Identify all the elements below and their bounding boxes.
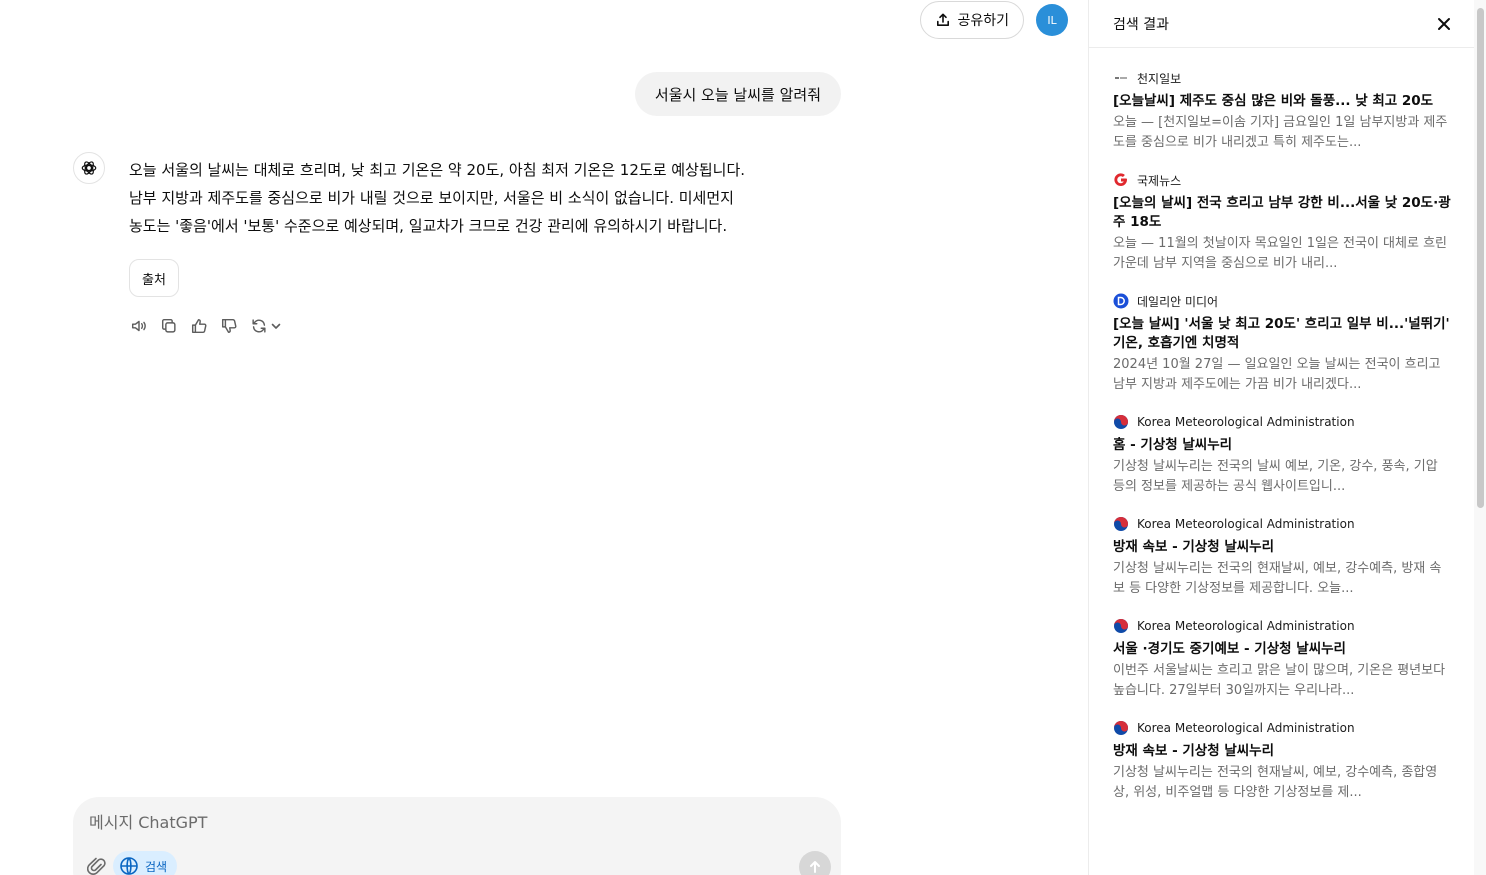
result-source: 천지일보: [1113, 68, 1451, 88]
result-source-name: Korea Meteorological Administration: [1137, 517, 1355, 531]
result-title[interactable]: 방재 속보 - 기상청 날씨누리: [1113, 538, 1451, 557]
search-toggle-button[interactable]: 검색: [113, 851, 178, 875]
g-logo-icon: [1113, 172, 1129, 188]
result-title[interactable]: [오늘의 날씨] 전국 흐리고 남부 강한 비...서울 낮 20도·광주 18…: [1113, 194, 1451, 232]
speaker-icon[interactable]: [130, 316, 148, 336]
assistant-line: 오늘 서울의 날씨는 대체로 흐리며, 낮 최고 기온은 약 20도, 아침 최…: [129, 161, 746, 179]
result-title[interactable]: 서울 ·경기도 중기예보 - 기상청 날씨누리: [1113, 640, 1451, 659]
result-title[interactable]: [오늘 날씨] '서울 낮 최고 20도' 흐리고 일부 비...'널뛰기' 기…: [1113, 315, 1451, 353]
result-source: 데일리안 미디어: [1113, 291, 1451, 311]
composer: 검색: [73, 797, 841, 875]
result-title[interactable]: [오늘날씨] 제주도 중심 많은 비와 돌풍... 낮 최고 20도: [1113, 92, 1451, 111]
result-snippet: 오늘 — [천지일보=이솜 기자] 금요일인 1일 남부지방과 제주도를 중심으…: [1113, 115, 1448, 150]
results-list: 천지일보 [오늘날씨] 제주도 중심 많은 비와 돌풍... 낮 최고 20도 …: [1113, 68, 1451, 820]
send-button[interactable]: [799, 851, 831, 875]
result-item[interactable]: Korea Meteorological Administration 서울 ·…: [1113, 616, 1451, 701]
message-input[interactable]: [89, 813, 789, 832]
top-bar: 공유하기 IL: [920, 1, 1068, 39]
assistant-message: 오늘 서울의 날씨는 대체로 흐리며, 낮 최고 기온은 약 20도, 아침 최…: [129, 156, 841, 240]
result-source: 국제뉴스: [1113, 170, 1451, 190]
result-item[interactable]: 천지일보 [오늘날씨] 제주도 중심 많은 비와 돌풍... 낮 최고 20도 …: [1113, 68, 1451, 153]
panel-title: 검색 결과: [1113, 16, 1169, 33]
result-source: Korea Meteorological Administration: [1113, 514, 1451, 534]
assistant-line: 농도는 '좋음'에서 '보통' 수준으로 예상되며, 일교차가 크므로 건강 관…: [129, 217, 728, 235]
share-label: 공유하기: [957, 12, 1009, 28]
upload-icon: [937, 13, 950, 26]
message-actions: [130, 316, 282, 336]
result-source-name: Korea Meteorological Administration: [1137, 619, 1355, 633]
scrollbar-thumb[interactable]: [1477, 8, 1484, 508]
paperclip-icon[interactable]: [86, 855, 107, 875]
result-snippet: 이번주 서울날씨는 흐리고 맑은 날이 많으며, 기온은 평년보다 높습니다. …: [1113, 663, 1446, 698]
result-snippet: 기상청 날씨누리는 전국의 현재날씨, 예보, 강수예측, 방재 속보 등 다양…: [1113, 561, 1442, 596]
globe-icon: [120, 857, 138, 875]
result-title[interactable]: 방재 속보 - 기상청 날씨누리: [1113, 742, 1451, 761]
result-item[interactable]: Korea Meteorological Administration 방재 속…: [1113, 514, 1451, 599]
result-item[interactable]: Korea Meteorological Administration 방재 속…: [1113, 718, 1451, 803]
result-source-name: 천지일보: [1137, 71, 1182, 86]
refresh-icon: [250, 316, 268, 336]
result-source-name: 국제뉴스: [1137, 173, 1182, 188]
user-message: 서울시 오늘 날씨를 알려줘: [634, 72, 841, 116]
result-snippet: 2024년 10월 27일 — 일요일인 오늘 날씨는 전국이 흐리고 남부 지…: [1113, 357, 1441, 392]
result-source: Korea Meteorological Administration: [1113, 412, 1451, 432]
result-source: Korea Meteorological Administration: [1113, 718, 1451, 738]
result-snippet: 기상청 날씨누리는 전국의 날씨 예보, 기온, 강수, 풍속, 기압 등의 정…: [1113, 459, 1438, 494]
thumbs-down-icon[interactable]: [220, 316, 238, 336]
chat-main: 공유하기 IL 서울시 오늘 날씨를 알려줘 오늘 서울의 날씨는 대체로 흐리…: [0, 0, 1088, 875]
search-results-panel: 검색 결과 천지일보 [오늘날씨] 제주도 중심 많은 비와 돌풍... 낮 최…: [1088, 0, 1474, 875]
result-source-name: 데일리안 미디어: [1137, 294, 1219, 309]
avatar[interactable]: IL: [1036, 4, 1068, 36]
share-button[interactable]: 공유하기: [920, 1, 1024, 39]
result-item[interactable]: 국제뉴스 [오늘의 날씨] 전국 흐리고 남부 강한 비...서울 낮 20도·…: [1113, 170, 1451, 274]
copy-icon[interactable]: [160, 316, 178, 336]
arrow-up-icon: [810, 861, 820, 873]
result-snippet: 기상청 날씨누리는 전국의 현재날씨, 예보, 강수예측, 종합영상, 위성, …: [1113, 765, 1438, 800]
result-source-name: Korea Meteorological Administration: [1137, 415, 1355, 429]
taegeuk-icon: [1113, 618, 1129, 634]
thumbs-up-icon[interactable]: [190, 316, 208, 336]
dash-favicon-icon: [1113, 70, 1129, 86]
result-item[interactable]: Korea Meteorological Administration 홈 - …: [1113, 412, 1451, 497]
sources-button[interactable]: 출처: [129, 259, 179, 297]
result-item[interactable]: 데일리안 미디어 [오늘 날씨] '서울 낮 최고 20도' 흐리고 일부 비.…: [1113, 291, 1451, 395]
result-source: Korea Meteorological Administration: [1113, 616, 1451, 636]
taegeuk-icon: [1113, 516, 1129, 532]
panel-scrollbar[interactable]: [1474, 0, 1486, 875]
chevron-down-icon: [270, 320, 282, 332]
result-title[interactable]: 홈 - 기상청 날씨누리: [1113, 436, 1451, 455]
openai-logo-icon: [73, 152, 105, 184]
result-snippet: 오늘 — 11월의 첫날이자 목요일인 1일은 전국이 대체로 흐린 가운데 남…: [1113, 236, 1447, 271]
taegeuk-icon: [1113, 414, 1129, 430]
dailian-logo-icon: [1113, 293, 1129, 309]
close-icon[interactable]: [1434, 14, 1454, 34]
search-label: 검색: [145, 859, 168, 874]
taegeuk-icon: [1113, 720, 1129, 736]
regenerate-button[interactable]: [250, 316, 282, 336]
panel-header: 검색 결과: [1089, 0, 1474, 48]
assistant-line: 남부 지방과 제주도를 중심으로 비가 내릴 것으로 보이지만, 서울은 비 소…: [129, 189, 734, 207]
result-source-name: Korea Meteorological Administration: [1137, 721, 1355, 735]
